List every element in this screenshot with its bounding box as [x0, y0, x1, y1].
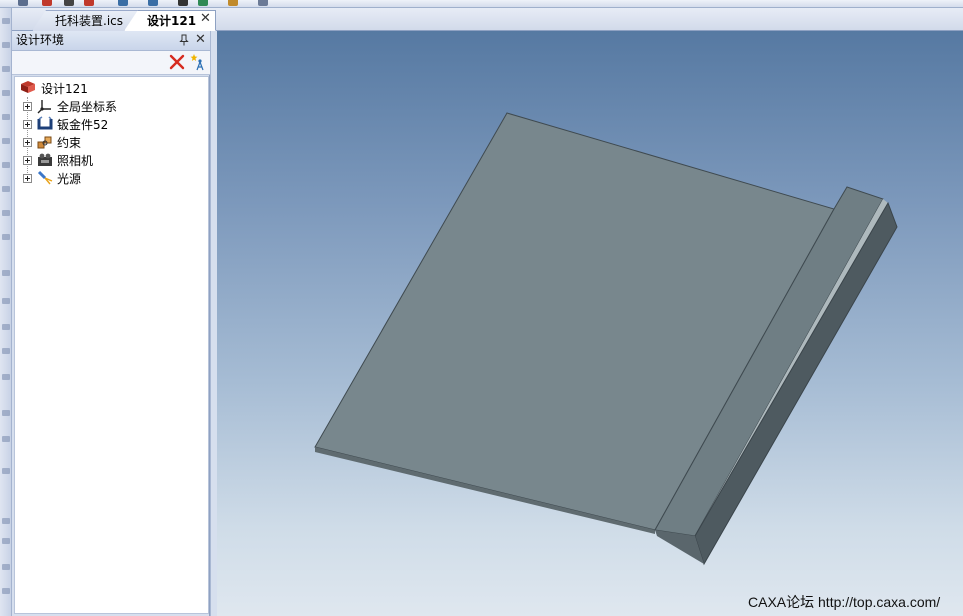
tree-node-global-coordinate[interactable]: 全局坐标系	[23, 98, 117, 114]
toolbar-icon[interactable]	[84, 0, 94, 6]
toolbar-icon[interactable]	[118, 0, 128, 6]
camera-icon	[36, 152, 54, 168]
toolbar-dropdown-icon[interactable]	[258, 0, 268, 6]
filter-star-icon[interactable]	[189, 53, 207, 71]
left-vertical-toolbar	[0, 8, 12, 616]
design-environment-panel: 设计环境 ✕ 设计121 全局坐标系 钣金件52 约束 照相机 光源	[12, 31, 210, 616]
tool-icon[interactable]	[2, 468, 10, 474]
panel-splitter[interactable]	[210, 31, 217, 616]
toolbar-icon[interactable]	[42, 0, 52, 6]
tool-icon[interactable]	[2, 114, 10, 120]
tool-icon[interactable]	[2, 186, 10, 192]
tool-icon[interactable]	[2, 324, 10, 330]
toolbar-icon[interactable]	[64, 0, 74, 6]
tool-icon[interactable]	[2, 436, 10, 442]
tool-icon[interactable]	[2, 298, 10, 304]
tool-icon[interactable]	[2, 18, 10, 24]
design-tree: 设计121 全局坐标系 钣金件52 约束 照相机 光源	[14, 76, 209, 614]
expand-icon[interactable]	[23, 137, 32, 147]
close-tab-icon[interactable]: ✕	[200, 12, 211, 26]
toolbar-icon[interactable]	[18, 0, 28, 6]
filter-bar	[12, 51, 210, 75]
sheet-metal-part	[314, 112, 898, 566]
3d-viewport[interactable]: CAXA论坛 http://top.caxa.com/	[217, 31, 963, 616]
tool-icon[interactable]	[2, 410, 10, 416]
tool-icon[interactable]	[2, 588, 10, 594]
tree-node-label: 钣金件52	[57, 117, 109, 132]
constraint-icon	[36, 134, 54, 150]
tool-icon[interactable]	[2, 210, 10, 216]
tree-node-label: 照相机	[57, 153, 94, 168]
light-source-icon	[36, 170, 54, 186]
tool-icon[interactable]	[2, 90, 10, 96]
tool-icon[interactable]	[2, 42, 10, 48]
clear-filter-icon[interactable]	[169, 54, 185, 70]
tool-icon[interactable]	[2, 518, 10, 524]
tree-node-light-source[interactable]: 光源	[23, 170, 81, 186]
toolbar-icon[interactable]	[198, 0, 208, 6]
expand-icon[interactable]	[23, 173, 32, 183]
tool-icon[interactable]	[2, 138, 10, 144]
expand-icon[interactable]	[23, 155, 32, 165]
top-toolbar	[0, 0, 963, 8]
tool-icon[interactable]	[2, 234, 10, 240]
toolbar-icon[interactable]	[228, 0, 238, 6]
close-icon[interactable]: ✕	[195, 33, 206, 47]
tool-icon[interactable]	[2, 162, 10, 168]
sheet-metal-icon	[36, 116, 54, 132]
tree-root[interactable]: 设计121	[19, 80, 88, 96]
tool-icon[interactable]	[2, 348, 10, 354]
coordinate-system-icon	[36, 98, 54, 114]
panel-title-label: 设计环境	[16, 33, 65, 47]
expand-icon[interactable]	[23, 101, 32, 111]
tree-root-label: 设计121	[41, 81, 88, 96]
tree-node-sheet-metal[interactable]: 钣金件52	[23, 116, 108, 132]
watermark-text: CAXA论坛 http://top.caxa.com/	[748, 594, 941, 610]
tree-node-constraint[interactable]: 约束	[23, 134, 81, 150]
pin-icon[interactable]	[179, 34, 189, 46]
toolbar-icon[interactable]	[178, 0, 188, 6]
tree-node-camera[interactable]: 照相机	[23, 152, 93, 168]
tree-node-label: 约束	[57, 135, 82, 150]
tree-node-label: 全局坐标系	[57, 99, 118, 114]
toolbar-icon[interactable]	[148, 0, 158, 6]
tool-icon[interactable]	[2, 564, 10, 570]
tool-icon[interactable]	[2, 66, 10, 72]
tool-icon[interactable]	[2, 270, 10, 276]
tool-icon[interactable]	[2, 374, 10, 380]
tool-icon[interactable]	[2, 538, 10, 544]
document-tab-bar: 托科装置.ics 设计121 ✕	[12, 8, 963, 31]
tree-node-label: 光源	[57, 171, 82, 186]
expand-icon[interactable]	[23, 119, 32, 129]
design-icon	[19, 79, 37, 98]
